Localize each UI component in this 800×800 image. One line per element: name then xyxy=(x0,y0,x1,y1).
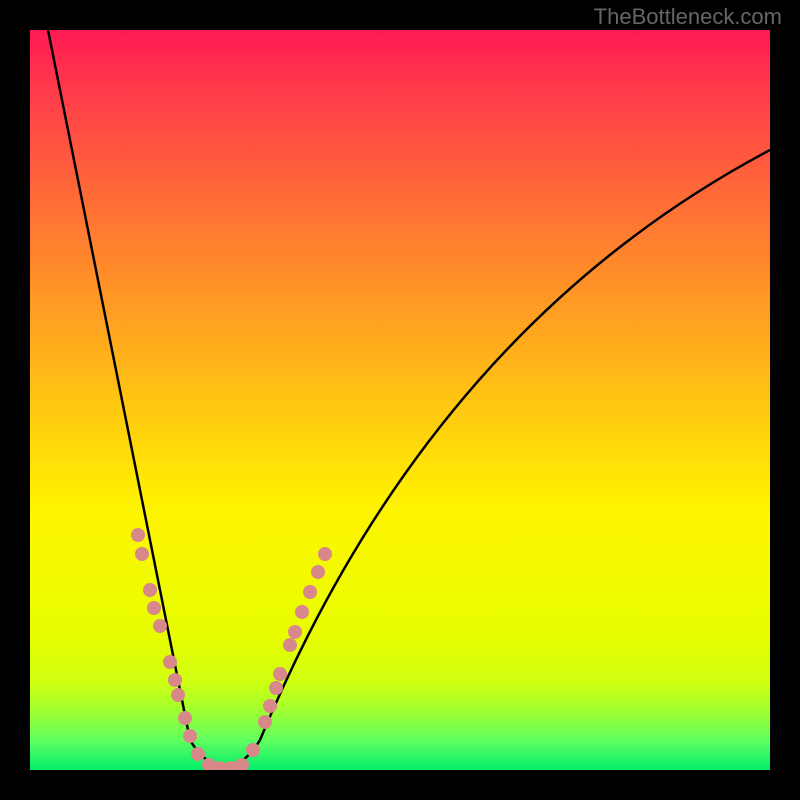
data-point xyxy=(311,565,325,579)
data-point xyxy=(131,528,145,542)
curve-container xyxy=(30,30,770,770)
data-point xyxy=(143,583,157,597)
data-point xyxy=(263,699,277,713)
data-point xyxy=(288,625,302,639)
data-point xyxy=(147,601,161,615)
watermark-text: TheBottleneck.com xyxy=(594,4,782,30)
data-point xyxy=(178,711,192,725)
data-point xyxy=(246,743,260,757)
data-point xyxy=(318,547,332,561)
data-point xyxy=(183,729,197,743)
data-point xyxy=(163,655,177,669)
data-point xyxy=(171,688,185,702)
data-point xyxy=(135,547,149,561)
data-point xyxy=(273,667,287,681)
data-point xyxy=(191,747,205,761)
data-point xyxy=(168,673,182,687)
data-point xyxy=(303,585,317,599)
data-point xyxy=(258,715,272,729)
bottleneck-chart xyxy=(30,30,770,770)
data-point xyxy=(295,605,309,619)
data-point xyxy=(283,638,297,652)
data-point xyxy=(269,681,283,695)
bottleneck-curve-path xyxy=(48,30,770,768)
data-point xyxy=(153,619,167,633)
data-point xyxy=(235,758,249,770)
